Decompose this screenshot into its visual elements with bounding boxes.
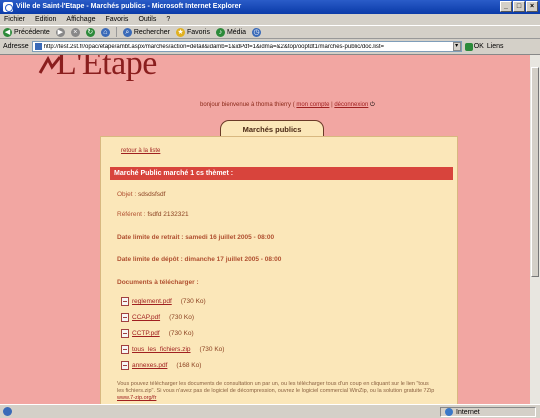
globe-icon — [445, 408, 453, 416]
logout-icon[interactable]: ⏻ — [370, 102, 375, 108]
7zip-link[interactable]: www.7-zip.org/fr — [117, 395, 156, 401]
ie-icon — [3, 2, 13, 12]
star-icon: ★ — [176, 27, 185, 37]
market-title: Marché Public marché 1 cs thèmet : — [110, 167, 453, 180]
document-size: (730 Ko) — [199, 346, 225, 353]
referent-value: fsdfd 2132321 — [147, 211, 189, 218]
history-button[interactable]: ◷ — [252, 27, 262, 37]
site-logo[interactable]: L'Etape — [56, 55, 157, 83]
document-size: (730 Ko) — [169, 314, 195, 321]
window-controls: _ □ × — [500, 1, 538, 12]
menu-edit[interactable]: Edition — [35, 14, 56, 25]
scrollbar-thumb[interactable] — [531, 67, 539, 277]
menu-favorites[interactable]: Favoris — [105, 14, 128, 25]
vertical-scrollbar[interactable] — [530, 55, 540, 404]
status-bar: Internet — [0, 404, 540, 418]
document-item[interactable]: tous_les_fichiers.zip (730 Ko) — [121, 345, 224, 354]
security-zone: Internet — [440, 407, 536, 417]
menu-help[interactable]: ? — [166, 14, 170, 25]
forward-arrow-icon: ▶ — [55, 27, 65, 37]
favorites-button[interactable]: ★ Favoris — [176, 27, 210, 37]
home-button[interactable]: ⌂ — [100, 27, 110, 37]
document-link[interactable]: tous_les_fichiers.zip — [132, 346, 191, 353]
window-title-bar: Ville de Saint-l'Etape - Marchés publics… — [0, 0, 540, 14]
back-arrow-icon: ◀ — [3, 27, 12, 37]
address-input[interactable] — [43, 43, 451, 50]
close-button[interactable]: × — [526, 1, 538, 12]
favorites-label: Favoris — [187, 28, 210, 36]
tab-marches-publics[interactable]: Marchés publics — [220, 120, 324, 137]
history-icon: ◷ — [252, 27, 262, 37]
logout-link[interactable]: déconnexion — [334, 102, 368, 108]
forward-button[interactable]: ▶ — [55, 27, 65, 37]
stop-icon: × — [70, 27, 80, 37]
go-arrow-icon — [464, 42, 473, 51]
file-icon — [121, 361, 129, 370]
back-label: Précédente — [14, 28, 50, 36]
documents-title: Documents à télécharger : — [117, 279, 199, 286]
back-to-list-link[interactable]: retour à la liste — [121, 148, 160, 154]
go-label: OK — [473, 43, 484, 50]
document-link[interactable]: reglement.pdf — [132, 298, 172, 305]
object-label: Objet : — [117, 191, 137, 198]
maximize-button[interactable]: □ — [513, 1, 525, 12]
address-bar: Adresse ▾ OK Liens — [0, 40, 540, 53]
user-separator: | — [331, 102, 333, 108]
market-panel: retour à la liste Marché Public marché 1… — [100, 136, 458, 404]
menu-tools[interactable]: Outils — [138, 14, 156, 25]
menu-file[interactable]: Fichier — [4, 14, 25, 25]
referent-field: Référent : fsdfd 2132321 — [117, 211, 189, 218]
deposit-deadline: Date limite de dépôt : dimanche 17 juill… — [117, 256, 282, 263]
refresh-icon: ↻ — [85, 27, 95, 37]
object-value: sdsdsfsdf — [137, 191, 166, 198]
back-button[interactable]: ◀ Précédente — [3, 27, 50, 37]
document-item[interactable]: annexes.pdf (168 Ko) — [121, 361, 201, 370]
document-link[interactable]: CCTP.pdf — [132, 330, 160, 337]
search-button[interactable]: ⌕ Rechercher — [122, 27, 170, 37]
go-button[interactable]: OK — [464, 42, 484, 51]
menu-bar: Fichier Edition Affichage Favoris Outils… — [0, 14, 540, 25]
chevron-down-icon[interactable]: ▾ — [452, 42, 461, 51]
my-account-link[interactable]: mon compte — [296, 102, 329, 108]
media-icon: ♪ — [215, 27, 225, 37]
browser-toolbar: ◀ Précédente ▶ × ↻ ⌂ ⌕ Rechercher ★ Favo… — [0, 25, 540, 39]
document-size: (730 Ko) — [180, 298, 206, 305]
minimize-button[interactable]: _ — [500, 1, 512, 12]
document-size: (730 Ko) — [168, 330, 194, 337]
document-item[interactable]: reglement.pdf (730 Ko) — [121, 297, 206, 306]
download-note-text: Vous pouvez télécharger les documents de… — [117, 381, 435, 394]
media-button[interactable]: ♪ Média — [215, 27, 247, 37]
zone-label: Internet — [456, 408, 480, 416]
document-link[interactable]: annexes.pdf — [132, 362, 167, 369]
toolbar-divider — [115, 27, 117, 37]
object-field: Objet : sdsdsfsdf — [117, 191, 165, 198]
stop-button[interactable]: × — [70, 27, 80, 37]
address-label: Adresse — [3, 43, 29, 50]
file-icon — [121, 313, 129, 322]
archive-icon — [121, 345, 129, 354]
page-icon — [34, 43, 42, 50]
referent-label: Référent : — [117, 211, 146, 218]
user-info: bonjour bienvenue à thoma thierry ( mon … — [200, 102, 375, 109]
window-title: Ville de Saint-l'Etape - Marchés publics… — [16, 3, 242, 10]
links-button[interactable]: Liens — [487, 43, 504, 50]
media-label: Média — [226, 28, 247, 36]
file-icon — [121, 297, 129, 306]
document-item[interactable]: CCTP.pdf (730 Ko) — [121, 329, 194, 338]
menu-view[interactable]: Affichage — [66, 14, 95, 25]
refresh-button[interactable]: ↻ — [85, 27, 95, 37]
address-field[interactable]: ▾ — [31, 41, 462, 52]
page-status-icon — [3, 407, 12, 416]
file-icon — [121, 329, 129, 338]
document-item[interactable]: CCAP.pdf (730 Ko) — [121, 313, 194, 322]
home-icon: ⌂ — [100, 27, 110, 37]
withdrawal-deadline: Date limite de retrait : samedi 16 juill… — [117, 234, 275, 241]
user-greeting: bonjour bienvenue à thoma thierry ( — [200, 102, 295, 108]
search-label: Rechercher — [133, 28, 170, 36]
document-size: (168 Ko) — [176, 362, 202, 369]
search-icon: ⌕ — [122, 27, 132, 37]
page-viewport: L'Etape bonjour bienvenue à thoma thierr… — [0, 54, 540, 404]
document-link[interactable]: CCAP.pdf — [132, 314, 160, 321]
download-note: Vous pouvez télécharger les documents de… — [117, 381, 437, 402]
